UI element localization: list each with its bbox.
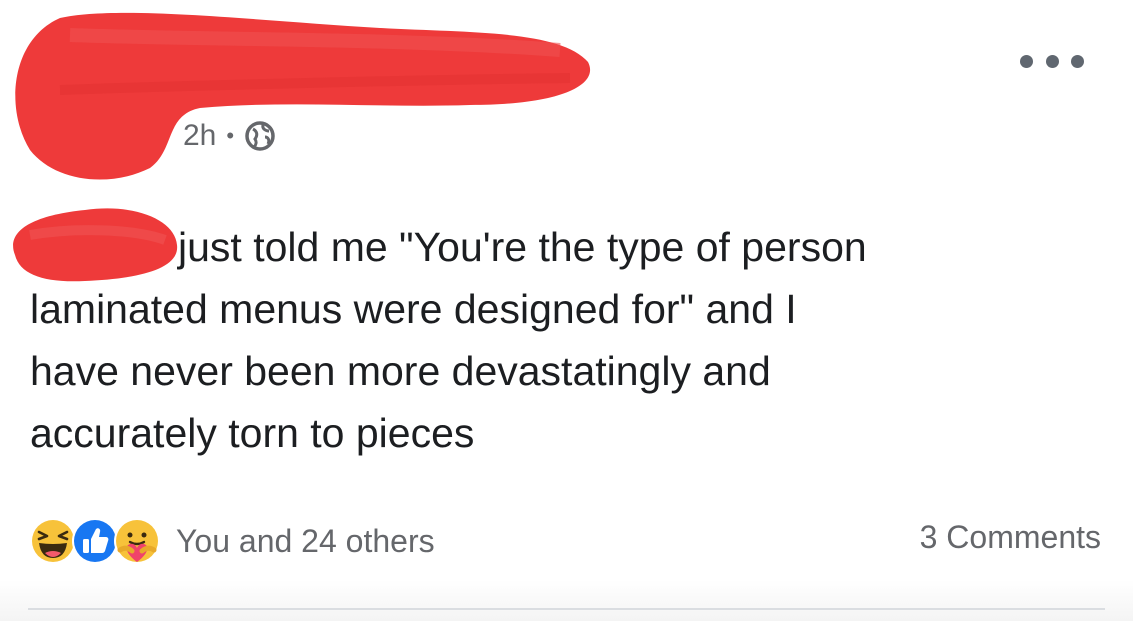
post-text: just told me "You're the type of person …: [30, 216, 1090, 464]
post-meta: 2h •: [183, 116, 276, 156]
redacted-author-name: [15, 12, 591, 180]
more-dot: [1071, 54, 1084, 68]
post-text-line-4: accurately torn to pieces: [30, 410, 475, 456]
divider: [28, 608, 1105, 610]
post-text-line-2: laminated menus were designed for" and I: [30, 286, 797, 332]
reactions-count[interactable]: You and 24 others: [176, 523, 435, 560]
more-dot: [1020, 54, 1033, 68]
post-timestamp[interactable]: 2h: [183, 119, 216, 153]
globe-icon[interactable]: [244, 120, 276, 152]
comments-count[interactable]: 3 Comments: [920, 519, 1101, 556]
bottom-shade: [0, 580, 1133, 621]
reactions-summary[interactable]: You and 24 others: [28, 515, 435, 567]
meta-separator: •: [226, 123, 235, 148]
care-reaction-icon: [114, 518, 160, 564]
more-options-icon[interactable]: [1020, 48, 1084, 74]
post-text-line-3: have never been more devastatingly and: [30, 348, 771, 394]
facebook-post: 2h • just told me "You're the type of pe…: [0, 0, 1133, 621]
more-dot: [1045, 54, 1059, 68]
post-text-line-1: just told me "You're the type of person: [178, 224, 867, 270]
